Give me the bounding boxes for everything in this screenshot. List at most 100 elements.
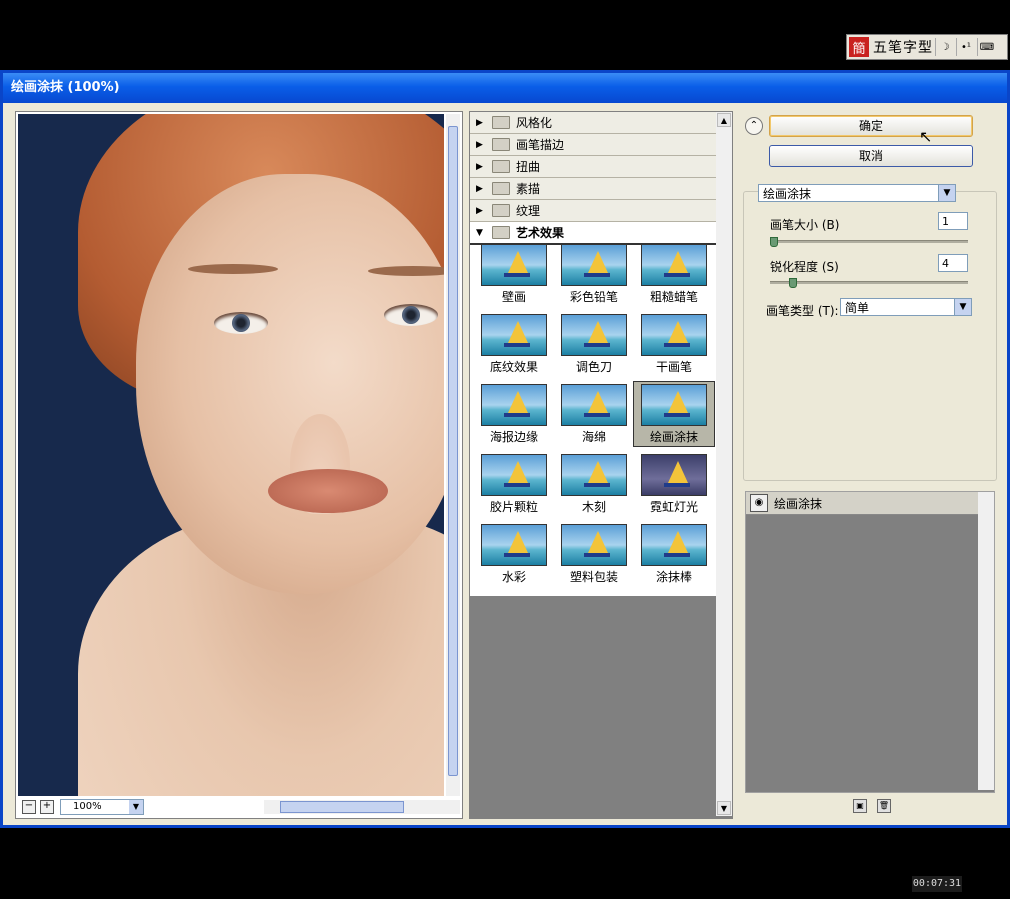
filter-thumbnails: 壁画 彩色铅笔 粗糙蜡笔 底纹效果 调色刀 干画笔 海报边缘 海绵 绘画涂抹 胶… <box>474 242 716 586</box>
sharpness-knob[interactable] <box>789 278 798 288</box>
collapse-gallery-icon[interactable]: ⌃ <box>745 117 763 135</box>
filter-thumb[interactable]: 霓虹灯光 <box>634 452 714 516</box>
ok-button[interactable]: 确定 <box>769 115 973 137</box>
lips-shape <box>268 469 388 513</box>
filter-label: 干画笔 <box>655 360 692 374</box>
filter-thumb[interactable]: 壁画 <box>474 242 554 306</box>
ime-keyboard-icon[interactable]: ⌨ <box>977 38 996 56</box>
filter-thumb[interactable]: 涂抹棒 <box>634 522 714 586</box>
chevron-down-icon[interactable]: ▼ <box>938 185 955 201</box>
filter-thumb[interactable]: 水彩 <box>474 522 554 586</box>
triangle-down-icon: ▼ <box>476 227 483 238</box>
scroll-up-icon[interactable]: ▲ <box>717 113 731 127</box>
filter-thumb[interactable]: 粗糙蜡笔 <box>634 242 714 306</box>
filter-preview-image <box>641 454 707 496</box>
brush-type-select[interactable]: 简单 ▼ <box>840 298 972 316</box>
brush-type-label: 画笔类型 (T): <box>766 304 839 318</box>
preview-hscroll-thumb[interactable] <box>280 801 404 813</box>
new-layer-icon[interactable]: ▣ <box>853 799 867 813</box>
filter-thumb[interactable]: 海绵 <box>554 382 634 446</box>
chevron-down-icon[interactable]: ▼ <box>954 299 971 315</box>
gallery-scrollbar[interactable]: ▲ ▼ <box>716 112 732 816</box>
folder-icon <box>492 138 510 151</box>
filter-select[interactable]: 绘画涂抹 ▼ <box>758 184 956 202</box>
folder-icon <box>492 204 510 217</box>
preview-pane[interactable]: − + 100% ▼ <box>15 111 463 819</box>
filter-preview-image <box>481 244 547 286</box>
settings-panel: 绘画涂抹 ▼ 画笔大小 (B) 1 锐化程度 (S) 4 画笔类型 (T): 简… <box>743 184 997 481</box>
filter-thumb[interactable]: 彩色铅笔 <box>554 242 634 306</box>
filter-preview-image <box>561 314 627 356</box>
ime-logo-icon[interactable]: 簡 <box>849 37 869 57</box>
filter-thumb[interactable]: 干画笔 <box>634 312 714 376</box>
category-label: 纹理 <box>516 204 541 218</box>
filter-thumb[interactable]: 海报边缘 <box>474 382 554 446</box>
zoom-select[interactable]: 100% ▼ <box>60 799 144 815</box>
face-shape <box>136 174 444 594</box>
zoom-out-button[interactable]: − <box>22 800 36 814</box>
triangle-right-icon: ▶ <box>476 117 483 128</box>
preview-vscrollbar[interactable] <box>446 114 460 796</box>
effect-layers-panel: ◉ 绘画涂抹 <box>745 491 995 793</box>
brush-size-label: 画笔大小 (B) <box>770 218 840 232</box>
filter-preview-image <box>481 384 547 426</box>
filter-label: 塑料包装 <box>569 570 618 584</box>
scroll-down-icon[interactable]: ▼ <box>717 801 731 815</box>
folder-open-icon <box>492 226 510 239</box>
triangle-right-icon: ▶ <box>476 139 483 150</box>
category-distort[interactable]: ▶ 扭曲 <box>470 156 716 178</box>
category-texture[interactable]: ▶ 纹理 <box>470 200 716 222</box>
category-brush-strokes[interactable]: ▶ 画笔描边 <box>470 134 716 156</box>
left-brow <box>188 264 278 274</box>
dialog-title: 绘画涂抹 (100%) <box>3 73 1007 103</box>
preview-hscrollbar[interactable] <box>264 800 460 814</box>
ime-mode-label[interactable]: 五笔字型 <box>873 37 933 57</box>
filter-preview-image <box>641 314 707 356</box>
zoom-in-button[interactable]: + <box>40 800 54 814</box>
category-label: 风格化 <box>516 116 553 130</box>
chevron-down-icon[interactable]: ▼ <box>129 800 143 814</box>
sharpness-input[interactable]: 4 <box>938 254 968 272</box>
filter-thumb[interactable]: 底纹效果 <box>474 312 554 376</box>
filter-label: 绘画涂抹 <box>649 430 698 444</box>
filter-preview-image <box>561 454 627 496</box>
category-label: 画笔描边 <box>516 138 565 152</box>
sharpness-slider[interactable] <box>770 278 968 288</box>
trash-icon[interactable]: 🗑 <box>877 799 891 813</box>
filter-thumb[interactable]: 胶片颗粒 <box>474 452 554 516</box>
effect-layer-row[interactable]: ◉ 绘画涂抹 <box>746 492 994 515</box>
filter-preview-image <box>641 244 707 286</box>
filter-thumb-selected[interactable]: 绘画涂抹 <box>633 381 715 447</box>
layer-actions: ▣ 🗑 <box>853 799 901 813</box>
preview-vscroll-thumb[interactable] <box>448 126 458 776</box>
layers-scrollbar[interactable] <box>978 492 994 790</box>
effect-layer-label: 绘画涂抹 <box>774 496 823 511</box>
filter-preview-image <box>561 524 627 566</box>
left-eye <box>214 312 268 334</box>
filter-thumb[interactable]: 木刻 <box>554 452 634 516</box>
filter-preview-image <box>481 454 547 496</box>
folder-icon <box>492 182 510 195</box>
filter-thumb[interactable]: 调色刀 <box>554 312 634 376</box>
filter-label: 胶片颗粒 <box>489 500 538 514</box>
category-label: 扭曲 <box>516 160 541 174</box>
video-timer: 00:07:31 <box>912 876 962 892</box>
brush-size-slider[interactable] <box>770 237 968 247</box>
category-stylize[interactable]: ▶ 风格化 <box>470 112 716 134</box>
cancel-button[interactable]: 取消 <box>769 145 973 167</box>
ime-punctuation-icon[interactable]: •¹ <box>956 38 975 56</box>
filter-label: 涂抹棒 <box>655 570 692 584</box>
folder-icon <box>492 116 510 129</box>
mouse-cursor-icon: ↖ <box>919 127 933 146</box>
filter-thumb[interactable]: 塑料包装 <box>554 522 634 586</box>
category-sketch[interactable]: ▶ 素描 <box>470 178 716 200</box>
filter-label: 霓虹灯光 <box>649 500 698 514</box>
preview-image[interactable] <box>18 114 444 796</box>
brush-size-knob[interactable] <box>770 237 778 247</box>
category-label: 素描 <box>516 182 541 196</box>
filter-dialog: 绘画涂抹 (100%) − + 100% ▼ ▶ 风格化 ▶ 画笔描边 ▶ 扭曲… <box>0 70 1010 828</box>
eye-visibility-icon[interactable]: ◉ <box>750 494 768 512</box>
ime-moon-icon[interactable]: ☽ <box>935 38 954 56</box>
filter-label: 海绵 <box>581 430 606 444</box>
brush-size-input[interactable]: 1 <box>938 212 968 230</box>
